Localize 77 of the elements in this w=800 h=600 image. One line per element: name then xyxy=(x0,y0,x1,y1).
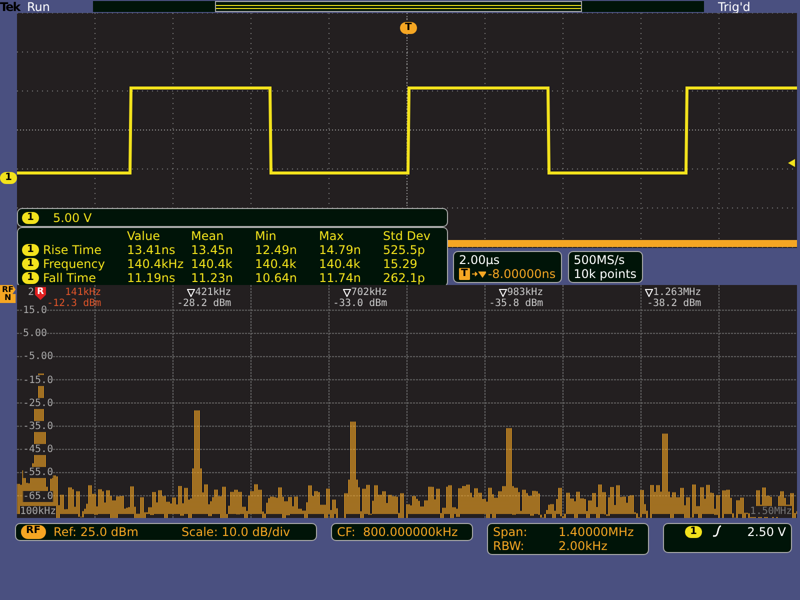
y-axis-label: -25.0 xyxy=(23,398,54,409)
column-header: Mean xyxy=(191,229,225,243)
column-header: Value xyxy=(127,229,161,243)
marker-level: -33.0 dBm xyxy=(333,298,388,309)
y-axis-label: -5.00 xyxy=(23,351,54,362)
rf-badge: RF xyxy=(21,525,46,539)
marker-level: -28.2 dBm xyxy=(177,298,232,309)
y-axis-label: 15.0 xyxy=(23,305,48,316)
time-scale: 2.00µs xyxy=(459,252,501,266)
vertical-scale: 5.00 V xyxy=(52,210,92,224)
brand-label: Tek xyxy=(0,0,22,14)
rf-tag: RF N xyxy=(0,285,16,303)
measurement-value: 14.79n xyxy=(319,243,362,257)
y-axis-label: -45.0 xyxy=(23,444,54,456)
y-axis-label: -65.0 xyxy=(23,490,54,502)
marker-frequency: 141kHz xyxy=(65,287,102,298)
rising-edge-icon xyxy=(712,525,722,537)
marker-triangle-icon xyxy=(499,288,508,296)
measurement-value: 11.23n xyxy=(191,271,234,285)
channel-badge: 1 xyxy=(22,244,39,256)
measurement-value: 13.45n xyxy=(191,243,234,257)
measurement-value: 10.64n xyxy=(255,271,298,285)
marker-frequency: 421kHz xyxy=(195,287,232,298)
trigger-level-icon xyxy=(788,159,795,167)
column-header: Min xyxy=(255,229,278,243)
channel-badge: 1 xyxy=(685,526,702,538)
channel-badge: 1 xyxy=(22,272,39,284)
marker-level: -35.8 dBm xyxy=(489,298,544,309)
y-axis-label: -55.0 xyxy=(23,467,54,478)
trigger-level: 2.50 V xyxy=(747,525,786,539)
trigger-delay: -8.00000ns xyxy=(488,266,556,280)
vertical-scale: Scale: 10.0 dB/div xyxy=(182,525,290,539)
delay-arrow-icon xyxy=(472,270,486,278)
sample-rate: 500MS/s xyxy=(574,252,626,266)
channel-badge: 1 xyxy=(22,258,39,270)
y-axis-label: -35.0 xyxy=(23,421,54,432)
channel-badge: 1 xyxy=(22,212,39,224)
reference-level: Ref: 25.0 dBm xyxy=(54,525,140,539)
measurement-value: 140.4kHz xyxy=(127,257,185,271)
y-axis-label: 5.00 xyxy=(23,328,48,340)
trigger-status: Trig'd xyxy=(718,0,750,14)
measurement-name: Fall Time xyxy=(42,271,96,285)
column-header: Max xyxy=(319,229,345,243)
measurement-value: 12.49n xyxy=(255,243,298,257)
marker-index: 2 xyxy=(28,287,34,298)
acquisition-status: Run xyxy=(27,0,52,14)
measurement-value: 15.29 xyxy=(383,257,418,271)
measurement-value: 11.19ns xyxy=(127,271,176,285)
trigger-tag: T xyxy=(459,268,470,280)
marker-level: -12.3 dBm xyxy=(46,298,102,309)
marker-triangle-icon xyxy=(343,288,352,296)
measurement-value: 262.1p xyxy=(383,271,426,285)
measurement-value: 525.5p xyxy=(383,243,426,257)
marker-triangle-icon xyxy=(187,288,196,296)
measurement-name: Frequency xyxy=(42,257,105,271)
marker-frequency: 702kHz xyxy=(351,287,388,298)
marker-frequency: 983kHz xyxy=(507,287,544,298)
span-label: Span: xyxy=(493,525,528,539)
y-axis-label: -15.0 xyxy=(23,374,54,386)
measurement-value: 11.74n xyxy=(319,271,362,285)
measurement-value: 140.4k xyxy=(191,257,234,271)
x-axis-label: 1.50MHz xyxy=(750,506,792,517)
x-axis-label: 100kHz xyxy=(20,506,56,517)
measurement-value: 13.41ns xyxy=(127,243,176,257)
channel-marker: 1 xyxy=(0,172,17,184)
column-header: Std Dev xyxy=(383,229,432,243)
measurement-name: Rise Time xyxy=(42,243,102,257)
rbw-label: RBW: xyxy=(493,539,526,553)
marker-level: -38.2 dBm xyxy=(646,298,702,309)
marker-triangle-icon xyxy=(645,288,653,296)
marker-frequency: 1.263MHz xyxy=(653,287,702,298)
record-length: 10k points xyxy=(574,266,637,280)
measurement-value: 140.4k xyxy=(319,257,362,271)
span-value: 1.40000MHz xyxy=(558,525,635,539)
rbw-value: 2.00kHz xyxy=(558,539,608,553)
measurement-value: 140.4k xyxy=(255,257,298,271)
center-frequency: CF: 800.000000kHz xyxy=(331,523,473,541)
